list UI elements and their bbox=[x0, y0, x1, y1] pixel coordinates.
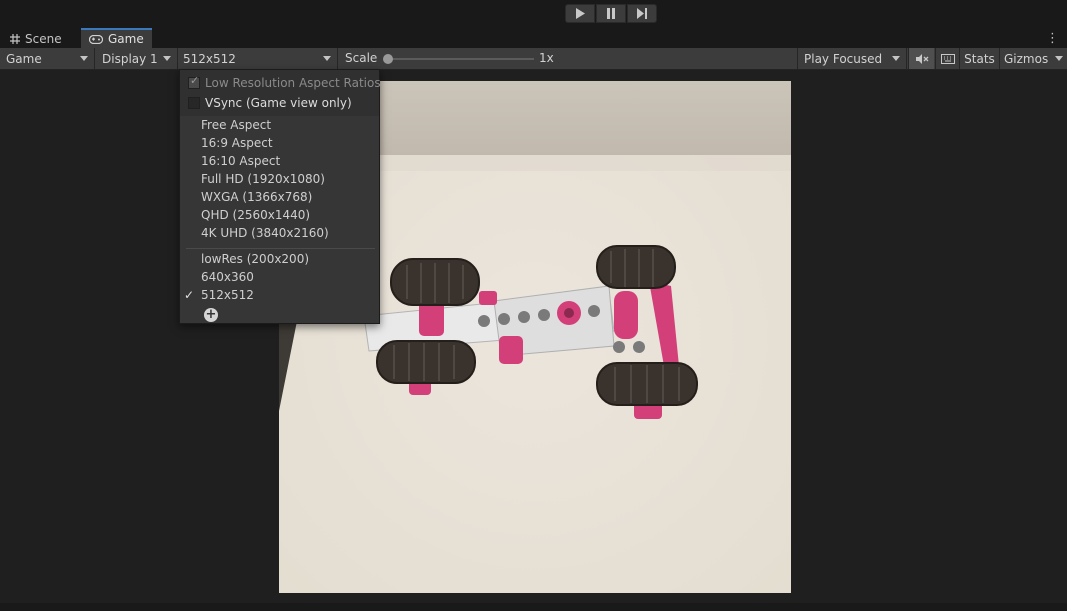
view-type-label: Game bbox=[6, 51, 42, 66]
aspect-item[interactable]: Free Aspect bbox=[201, 116, 271, 134]
vsync-label: VSync (Game view only) bbox=[205, 96, 352, 110]
aspect-item[interactable]: Full HD (1920x1080) bbox=[201, 170, 325, 188]
chevron-down-icon bbox=[892, 56, 900, 61]
kebab-menu-icon[interactable]: ⋮ bbox=[1046, 31, 1059, 46]
resolution-label: 512x512 bbox=[183, 51, 236, 66]
custom-resolution-item-selected[interactable]: 512x512 bbox=[201, 286, 254, 304]
aspect-item[interactable]: 4K UHD (3840x2160) bbox=[201, 224, 329, 242]
checkbox-unchecked[interactable] bbox=[188, 97, 200, 109]
low-res-aspect-option: ✓ Low Resolution Aspect Ratios bbox=[188, 74, 381, 92]
custom-resolution-item[interactable]: lowRes (200x200) bbox=[201, 250, 309, 268]
menu-separator bbox=[186, 248, 375, 249]
add-resolution-icon[interactable]: + bbox=[204, 308, 218, 322]
gizmos-label: Gizmos bbox=[1004, 51, 1049, 66]
grid-icon bbox=[10, 33, 20, 44]
mute-audio-button[interactable] bbox=[908, 48, 934, 69]
tab-game-label: Game bbox=[108, 32, 144, 46]
mute-icon bbox=[915, 53, 928, 64]
scale-value: 1x bbox=[539, 51, 554, 65]
aspect-item[interactable]: WXGA (1366x768) bbox=[201, 188, 312, 206]
tab-scene[interactable]: Scene bbox=[2, 29, 70, 48]
play-controls bbox=[565, 4, 657, 23]
tab-bar bbox=[0, 29, 1067, 48]
tab-scene-label: Scene bbox=[25, 31, 62, 46]
view-type-dropdown[interactable]: Game bbox=[0, 48, 95, 69]
play-mode-label: Play Focused bbox=[804, 51, 883, 66]
scale-label: Scale bbox=[345, 51, 378, 65]
display-dropdown[interactable]: Display 1 bbox=[96, 48, 178, 69]
status-strip bbox=[0, 603, 1067, 611]
play-toolbar bbox=[0, 0, 1067, 29]
selected-check-icon: ✓ bbox=[184, 288, 195, 302]
chevron-down-icon bbox=[163, 56, 171, 61]
aspect-item[interactable]: QHD (2560x1440) bbox=[201, 206, 310, 224]
chevron-down-icon bbox=[80, 56, 88, 61]
scale-slider-handle[interactable] bbox=[383, 54, 393, 64]
step-icon bbox=[636, 8, 647, 19]
vsync-option[interactable]: VSync (Game view only) bbox=[188, 94, 352, 112]
play-mode-dropdown[interactable]: Play Focused bbox=[797, 48, 907, 69]
aspect-item[interactable]: 16:10 Aspect bbox=[201, 152, 280, 170]
stats-label: Stats bbox=[964, 51, 995, 66]
display-label: Display 1 bbox=[102, 51, 158, 66]
play-button[interactable] bbox=[565, 4, 595, 23]
resolution-dropdown[interactable]: 512x512 bbox=[177, 48, 338, 69]
gizmos-dropdown[interactable]: Gizmos bbox=[999, 48, 1067, 69]
step-button[interactable] bbox=[627, 4, 657, 23]
custom-resolution-item[interactable]: 640x360 bbox=[201, 268, 254, 286]
aspect-item[interactable]: 16:9 Aspect bbox=[201, 134, 273, 152]
chevron-down-icon bbox=[1055, 56, 1063, 61]
keyboard-icon bbox=[940, 53, 955, 64]
low-res-aspect-label: Low Resolution Aspect Ratios bbox=[205, 76, 381, 90]
gamepad-icon bbox=[89, 34, 103, 44]
pause-icon bbox=[607, 8, 615, 19]
pause-button[interactable] bbox=[596, 4, 626, 23]
tab-game[interactable]: Game bbox=[81, 28, 152, 48]
play-icon bbox=[576, 8, 585, 19]
scale-slider[interactable] bbox=[388, 58, 534, 60]
check-icon: ✓ bbox=[190, 74, 200, 87]
shortcuts-button[interactable] bbox=[935, 48, 959, 69]
stats-button[interactable]: Stats bbox=[959, 48, 999, 69]
chevron-down-icon bbox=[323, 56, 331, 61]
